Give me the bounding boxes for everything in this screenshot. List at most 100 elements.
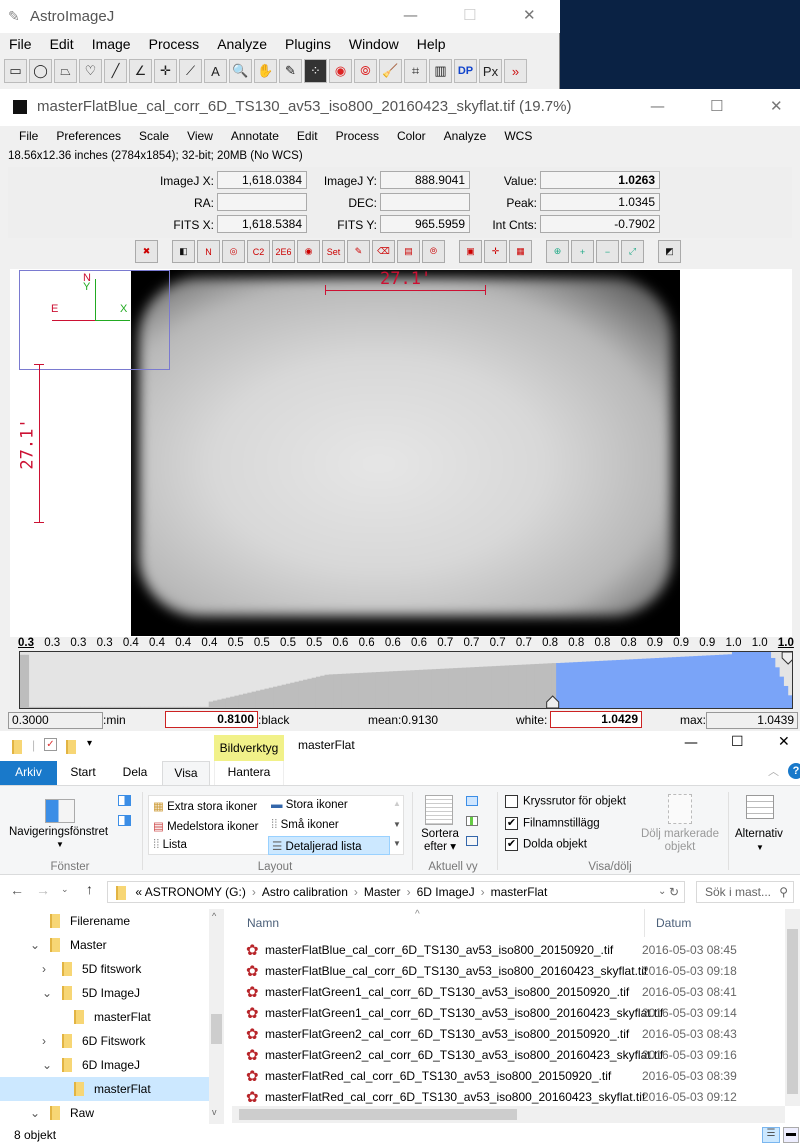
polygon-tool-icon[interactable]: ⏢ xyxy=(54,59,77,83)
recent-dropdown-icon[interactable]: ⌄ xyxy=(61,884,69,895)
chevron-down-icon[interactable]: ⌄ xyxy=(42,981,52,1005)
zoom-out-button[interactable]: − xyxy=(596,240,619,263)
horizontal-scrollbar[interactable] xyxy=(232,1106,785,1123)
set-button[interactable]: Set xyxy=(322,240,345,263)
close-all-button[interactable]: ✖ xyxy=(135,240,158,263)
menu-analyze[interactable]: Analyze xyxy=(208,33,276,55)
image-canvas-area[interactable]: 27.1' E N Y X 27.1' xyxy=(10,269,792,637)
menu-view[interactable]: View xyxy=(178,129,222,143)
file-row[interactable]: ✿ masterFlatGreen1_cal_corr_6D_TS130_av53… xyxy=(246,982,786,1003)
fits-x-field[interactable]: 1,618.5384 xyxy=(217,215,307,233)
layout-list[interactable]: ⁞⁞ Lista xyxy=(153,839,187,851)
c2-button[interactable]: C2 xyxy=(247,240,270,263)
navigation-pane-icon[interactable] xyxy=(45,799,75,823)
rectangle-tool-icon[interactable]: ▭ xyxy=(4,59,27,83)
nav-tree-item[interactable]: ⌄ Master xyxy=(0,933,209,957)
options-icon[interactable] xyxy=(746,795,774,819)
options-button[interactable]: Alternativ xyxy=(735,828,783,840)
aperture-button[interactable]: ◎ xyxy=(222,240,245,263)
edit-aperture-button[interactable]: ✎ xyxy=(347,240,370,263)
scrollbar-thumb[interactable] xyxy=(239,1109,517,1120)
nav-tree-item[interactable]: Filerename xyxy=(0,909,209,933)
menu-analyze[interactable]: Analyze xyxy=(435,129,496,143)
zoom-in-button[interactable]: + xyxy=(571,240,594,263)
multi-aperture-tool-icon[interactable]: ⦾ xyxy=(354,59,377,83)
menu-wcs[interactable]: WCS xyxy=(495,129,541,143)
back-icon[interactable]: ← xyxy=(10,882,24,898)
clear-overlay-button[interactable]: ▤ xyxy=(397,240,420,263)
chevron-down-icon[interactable]: ⌄ xyxy=(30,1101,40,1125)
plot-tool-icon[interactable]: ⌗ xyxy=(404,59,427,83)
multi-aperture-button[interactable]: ⦾ xyxy=(422,240,445,263)
nav-tree-item[interactable]: ⌄ 5D ImageJ xyxy=(0,981,209,1005)
menu-scale[interactable]: Scale xyxy=(130,129,178,143)
sort-by-icon[interactable] xyxy=(425,795,453,825)
column-header-name[interactable]: Namn xyxy=(247,916,279,930)
value-field[interactable]: 1.0263 xyxy=(540,171,660,189)
ra-field[interactable] xyxy=(217,193,307,211)
menu-annotate[interactable]: Annotate xyxy=(222,129,288,143)
magnifier-tool-icon[interactable]: 🔍 xyxy=(229,59,252,83)
file-row[interactable]: ✿ masterFlatRed_cal_corr_6D_TS130_av53_is… xyxy=(246,1066,786,1087)
large-icons-view-button[interactable]: ▬ xyxy=(783,1127,799,1143)
nav-tree-item[interactable]: ⌄ 6D ImageJ xyxy=(0,1053,209,1077)
scroll-down-icon[interactable]: v xyxy=(212,1107,217,1117)
int-cnts-field[interactable]: -0.7902 xyxy=(540,215,660,233)
menu-edit[interactable]: Edit xyxy=(288,129,327,143)
nav-scrollbar[interactable]: ^ v xyxy=(209,909,224,1124)
forward-icon[interactable]: → xyxy=(36,882,50,898)
hide-selected-button[interactable]: Dölj markerade objekt xyxy=(638,828,722,854)
sort-by-button[interactable]: Sortera efter ▾ xyxy=(421,828,459,854)
tab-start[interactable]: Start xyxy=(57,761,109,785)
refresh-icon[interactable]: ↻ xyxy=(669,882,679,902)
scroll-up-icon[interactable]: ^ xyxy=(212,911,216,921)
navigation-pane-button[interactable]: Navigeringsfönstret xyxy=(9,826,108,838)
close-button[interactable]: ✕ xyxy=(523,6,536,24)
breadcrumb-item[interactable]: Master xyxy=(364,885,401,899)
checkbox-checked[interactable]: ✔ xyxy=(505,838,518,851)
menu-window[interactable]: Window xyxy=(340,33,408,55)
file-row[interactable]: ✿ masterFlatRed_cal_corr_6D_TS130_av53_is… xyxy=(246,1087,786,1108)
vertical-scrollbar[interactable] xyxy=(785,909,800,1106)
gallery-expand[interactable]: ▼ xyxy=(393,839,401,848)
more-tools-icon[interactable]: » xyxy=(504,59,527,83)
menu-color[interactable]: Color xyxy=(388,129,435,143)
minimize-button[interactable]: — xyxy=(684,735,698,751)
group-by-icon[interactable] xyxy=(466,796,478,806)
minimize-button[interactable]: — xyxy=(650,97,665,115)
collapse-ribbon-icon[interactable]: ︿ xyxy=(768,763,779,779)
file-row[interactable]: ✿ masterFlatGreen1_cal_corr_6D_TS130_av53… xyxy=(246,1003,786,1024)
angle-tool-icon[interactable]: ∠ xyxy=(129,59,152,83)
max-field[interactable]: 1.0439 xyxy=(706,712,798,729)
quick-access-dropdown-icon[interactable]: ▾ xyxy=(87,738,92,749)
wand-tool-icon[interactable]: ⟋ xyxy=(179,59,202,83)
file-row[interactable]: ✿ masterFlatGreen2_cal_corr_6D_TS130_av53… xyxy=(246,1045,786,1066)
table-tool-icon[interactable]: ▥ xyxy=(429,59,452,83)
px-tool-icon[interactable]: Px xyxy=(479,59,502,83)
file-row[interactable]: ✿ masterFlatBlue_cal_corr_6D_TS130_av53_i… xyxy=(246,961,786,982)
invert-button[interactable]: ◧ xyxy=(172,240,195,263)
checkbox-item-checkboxes[interactable]: Kryssrutor för objekt xyxy=(505,795,626,808)
dp-tool-icon[interactable]: DP xyxy=(454,59,477,83)
zoom-fit-button[interactable]: ⤢ xyxy=(621,240,644,263)
checkbox[interactable] xyxy=(505,795,518,808)
tab-arkiv[interactable]: Arkiv xyxy=(0,761,57,785)
layout-small-icons[interactable]: ⁞⁞ Små ikoner xyxy=(271,819,339,831)
layout-large-icons[interactable]: ▬ Stora ikoner xyxy=(271,799,348,811)
menu-process[interactable]: Process xyxy=(140,33,209,55)
freehand-tool-icon[interactable]: ♡ xyxy=(79,59,102,83)
text-tool-icon[interactable]: A xyxy=(204,59,227,83)
new-folder-icon[interactable] xyxy=(66,740,76,754)
menu-file[interactable]: File xyxy=(0,33,41,55)
2.2E6-button[interactable]: 2E6 xyxy=(272,240,295,263)
imagej-x-field[interactable]: 1,618.0384 xyxy=(217,171,307,189)
broom-tool-icon[interactable]: 🧹 xyxy=(379,59,402,83)
breadcrumb-item[interactable]: masterFlat xyxy=(491,885,548,899)
gallery-scroll-down[interactable]: ▼ xyxy=(393,820,401,829)
up-icon[interactable]: ↑ xyxy=(86,881,93,897)
maximize-button[interactable]: ☐ xyxy=(463,6,476,24)
peak-field[interactable]: 1.0345 xyxy=(540,193,660,211)
details-pane-icon[interactable] xyxy=(118,815,131,826)
star-field-tool-icon[interactable]: ⁘ xyxy=(304,59,327,83)
checkbox-checked[interactable]: ✔ xyxy=(505,817,518,830)
